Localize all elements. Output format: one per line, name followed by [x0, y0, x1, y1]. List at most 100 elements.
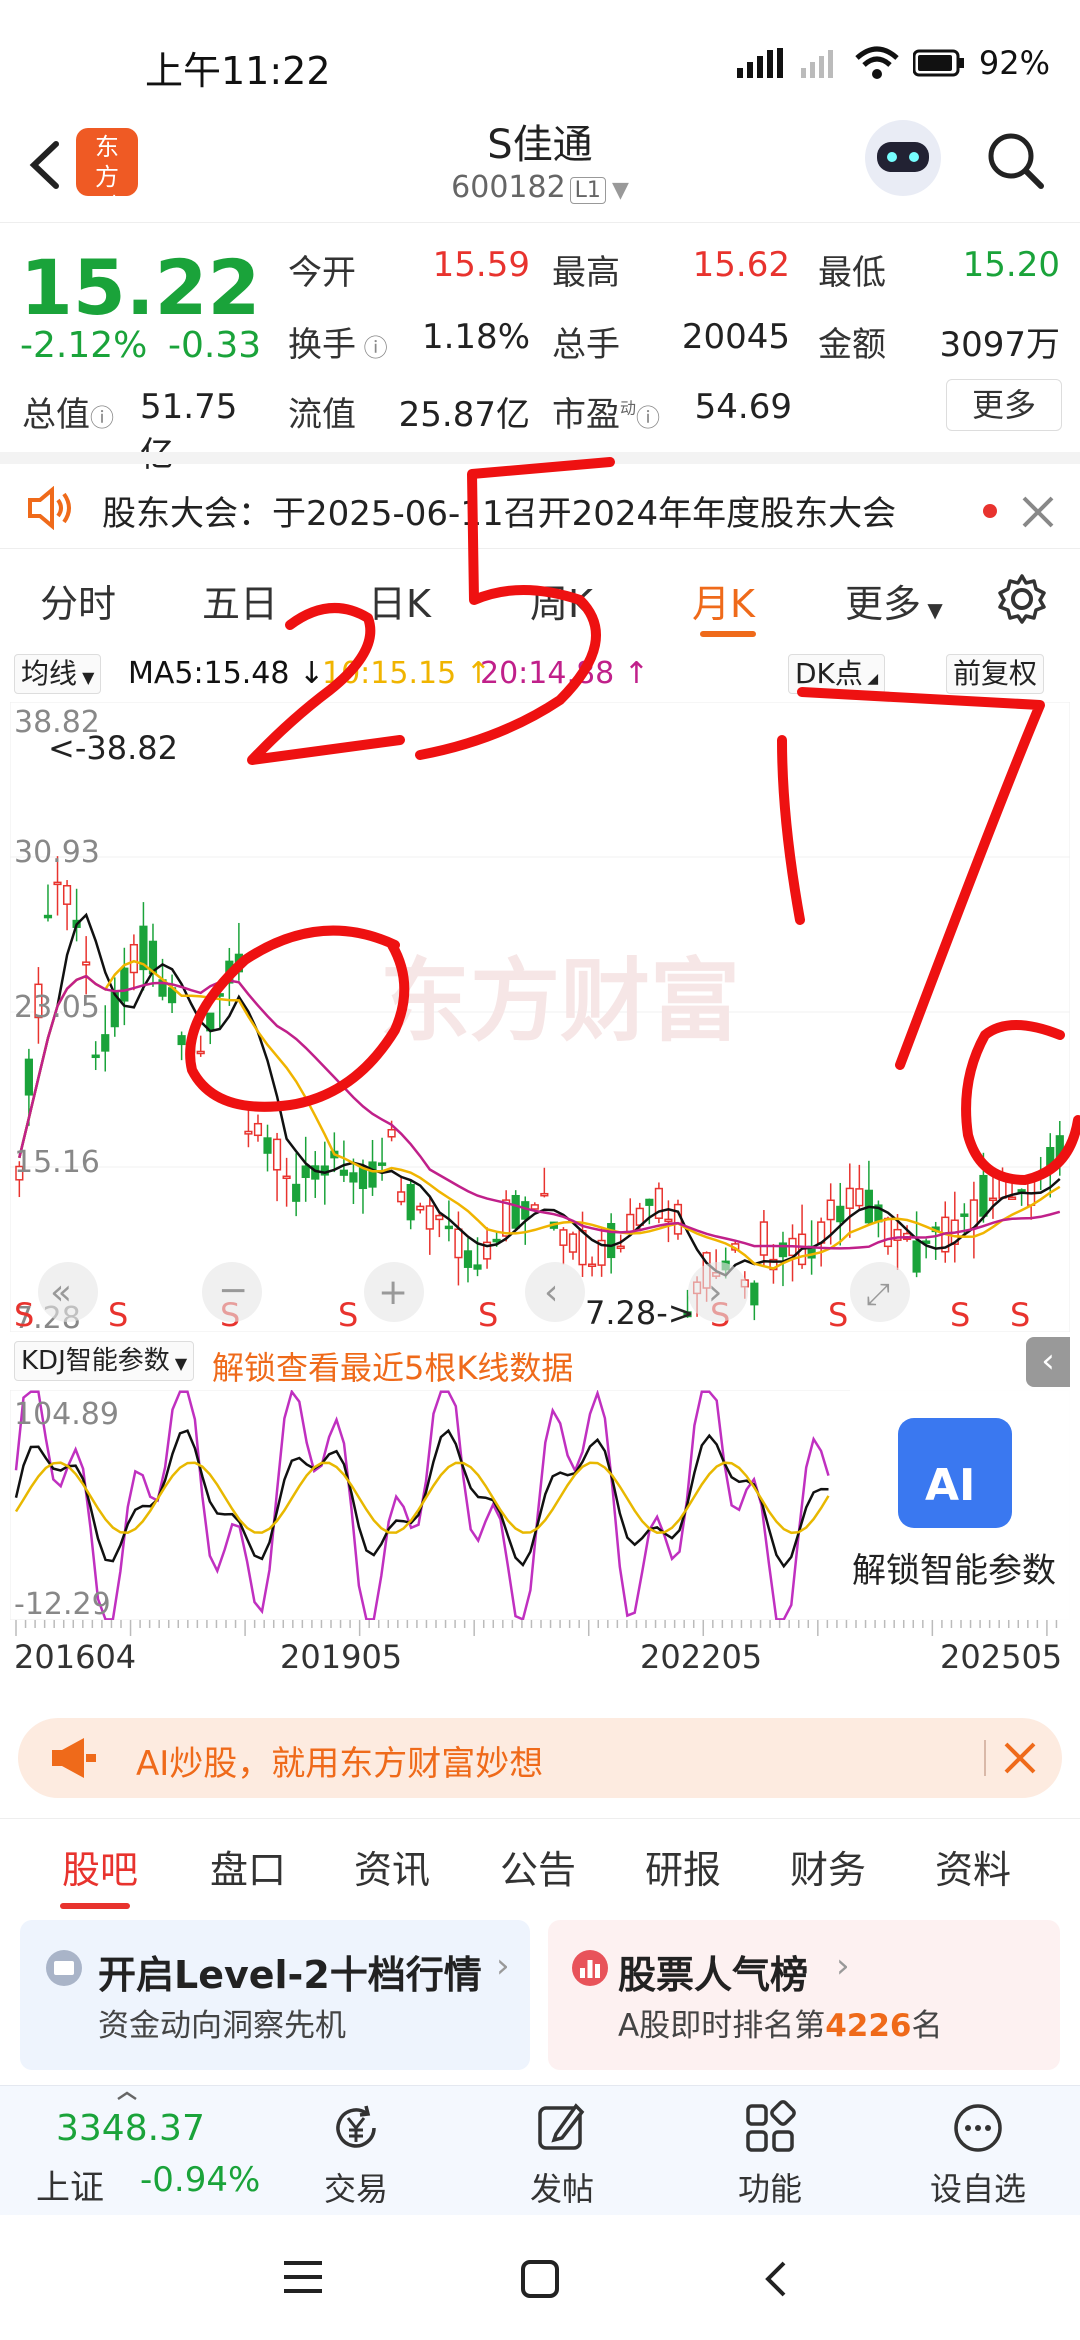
system-nav-bar [0, 2215, 1080, 2340]
change-amount: -0.33 [168, 325, 262, 366]
tab-finance[interactable]: 财务 [790, 1839, 866, 1894]
tab-order-book[interactable]: 盘口 [210, 1839, 286, 1894]
tab-weekly-k[interactable]: 周K [530, 573, 593, 628]
candle-body [454, 1228, 463, 1259]
yen-icon [336, 2105, 376, 2148]
announcement-bar[interactable]: 股东大会：于2025-06-11召开2024年年度股东大会 [0, 452, 1080, 547]
post-button[interactable]: 发帖 [492, 2086, 632, 2216]
index-name: 上证 [36, 2168, 104, 2208]
adjust-select[interactable]: 前复权 [946, 654, 1045, 694]
candle-body [960, 1213, 969, 1217]
s-marker: S [828, 1296, 848, 1332]
ranking-icon [572, 1950, 608, 1986]
high-value: 15.62 [692, 245, 790, 285]
market-cap-label[interactable]: 总值ⓘ [22, 387, 114, 436]
candle-body [502, 1199, 511, 1237]
amount-label: 金额 [818, 325, 886, 365]
kdj-y-top: 104.89 [14, 1397, 119, 1432]
candle-body [444, 1225, 453, 1230]
gear-icon[interactable] [996, 573, 1048, 625]
dk-point-select[interactable]: DK点 ◢ [788, 654, 886, 694]
kdj-header: KDJ智能参数 ▼ 解锁查看最近5根K线数据 ‹ [0, 1335, 1080, 1387]
close-icon[interactable] [1020, 494, 1056, 530]
ai-promo-banner[interactable]: AI炒股，就用东方财富妙想 [18, 1718, 1062, 1798]
low-label: 最低 [818, 253, 886, 293]
open-value: 15.59 [432, 245, 530, 285]
candle-body [91, 1054, 100, 1059]
candle-body [129, 943, 138, 974]
ai-unlock-label: 解锁智能参数 [852, 1551, 1056, 1591]
s-marker: S [108, 1296, 128, 1332]
turnover-label[interactable]: 换手 ⓘ [288, 317, 388, 366]
tab-announcements[interactable]: 公告 [500, 1839, 576, 1894]
candle-body [492, 1238, 501, 1243]
bottom-action-bar: 3348.37 上证 -0.94% 交易 发帖 功能 设自选 [0, 2085, 1080, 2216]
collapse-icon[interactable]: ‹ [1026, 1337, 1070, 1387]
candle-body [473, 1264, 482, 1270]
menu-icon[interactable] [282, 2259, 324, 2295]
chevron-right-icon: › [836, 1946, 850, 1986]
tab-intraday[interactable]: 分时 [40, 573, 116, 628]
tab-profile[interactable]: 资料 [935, 1839, 1011, 1894]
candle-body [836, 1205, 845, 1223]
kdj-unlock-link[interactable]: 解锁查看最近5根K线数据 [212, 1343, 573, 1389]
candle-body [416, 1205, 425, 1211]
popularity-card[interactable]: 股票人气榜 › A股即时排名第4226名 [548, 1920, 1060, 2070]
tab-five-day[interactable]: 五日 [202, 573, 278, 628]
trade-button[interactable]: 交易 [286, 2086, 426, 2216]
tab-forum[interactable]: 股吧 [62, 1839, 138, 1894]
post-label: 发帖 [529, 2170, 594, 2208]
unread-dot [983, 504, 997, 518]
high-label: 最高 [552, 253, 620, 293]
more-dots-icon [954, 2104, 1002, 2152]
open-label: 今开 [288, 253, 356, 293]
candle-body [43, 914, 53, 919]
trade-label: 交易 [323, 2170, 388, 2208]
signal-icon [736, 48, 783, 78]
more-quote-button[interactable]: 更多 [946, 379, 1062, 431]
pe-label[interactable]: 市盈动ⓘ [552, 387, 660, 436]
tab-more[interactable]: 更多 ▼ [845, 573, 943, 628]
tab-research[interactable]: 研报 [645, 1839, 721, 1894]
add-watchlist-button[interactable]: 设自选 [908, 2086, 1048, 2216]
candle-body [750, 1282, 759, 1306]
back-nav-icon[interactable] [760, 2259, 790, 2299]
x-axis-ticks [15, 1620, 1058, 1636]
info-tabs: 股吧 盘口 资讯 公告 研报 财务 资料 [0, 1818, 1080, 1909]
home-icon[interactable] [520, 2259, 560, 2299]
candle-body [272, 1138, 282, 1171]
monthly-k-chart[interactable]: 东方财富 38.82 30.93 23.05 15.16 7.28 <-38.8… [10, 702, 1070, 1332]
ai-icon-text: AI [925, 1460, 975, 1511]
pe-dynamic-mark: 动 [620, 398, 637, 418]
level2-card[interactable]: 开启Level-2十档行情 › 资金动向洞察先机 [20, 1920, 530, 2070]
svg-text:⤢: ⤢ [866, 1277, 890, 1312]
kdj-y-bottom: -12.29 [14, 1587, 111, 1620]
candle-body [244, 1130, 253, 1135]
chart-watermark: 东方财富 [380, 949, 740, 1054]
functions-button[interactable]: 功能 [700, 2086, 840, 2216]
active-tab-indicator [700, 631, 756, 637]
candle-body [998, 1173, 1007, 1199]
kdj-select[interactable]: KDJ智能参数 ▼ [14, 1341, 195, 1381]
amount-value: 3097万 [939, 325, 1060, 365]
edit-icon [538, 2103, 585, 2150]
ma5-value: MA5:15.48 ↓ [128, 656, 325, 691]
candle-body [1007, 1196, 1017, 1200]
search-icon[interactable] [983, 128, 1047, 192]
candle-body [463, 1250, 473, 1268]
index-value[interactable]: 3348.37 [56, 2108, 205, 2149]
close-icon[interactable] [1002, 1740, 1038, 1776]
status-time: 上午11:22 [145, 49, 331, 93]
assistant-robot-icon[interactable] [865, 120, 941, 196]
candle-body [521, 1201, 530, 1220]
candle-body [187, 1039, 196, 1053]
tab-monthly-k[interactable]: 月K [692, 573, 755, 628]
ma-select[interactable]: 均线 ▼ [14, 654, 102, 694]
candle-body [435, 1214, 444, 1221]
tab-daily-k[interactable]: 日K [368, 573, 431, 628]
tab-news[interactable]: 资讯 [354, 1839, 430, 1894]
svg-text:«: « [50, 1272, 72, 1313]
announcement-text: 股东大会：于2025-06-11召开2024年年度股东大会 [102, 494, 897, 534]
x-axis: 201604 201905 202205 202505 [10, 1620, 1070, 1680]
functions-label: 功能 [737, 2170, 802, 2208]
